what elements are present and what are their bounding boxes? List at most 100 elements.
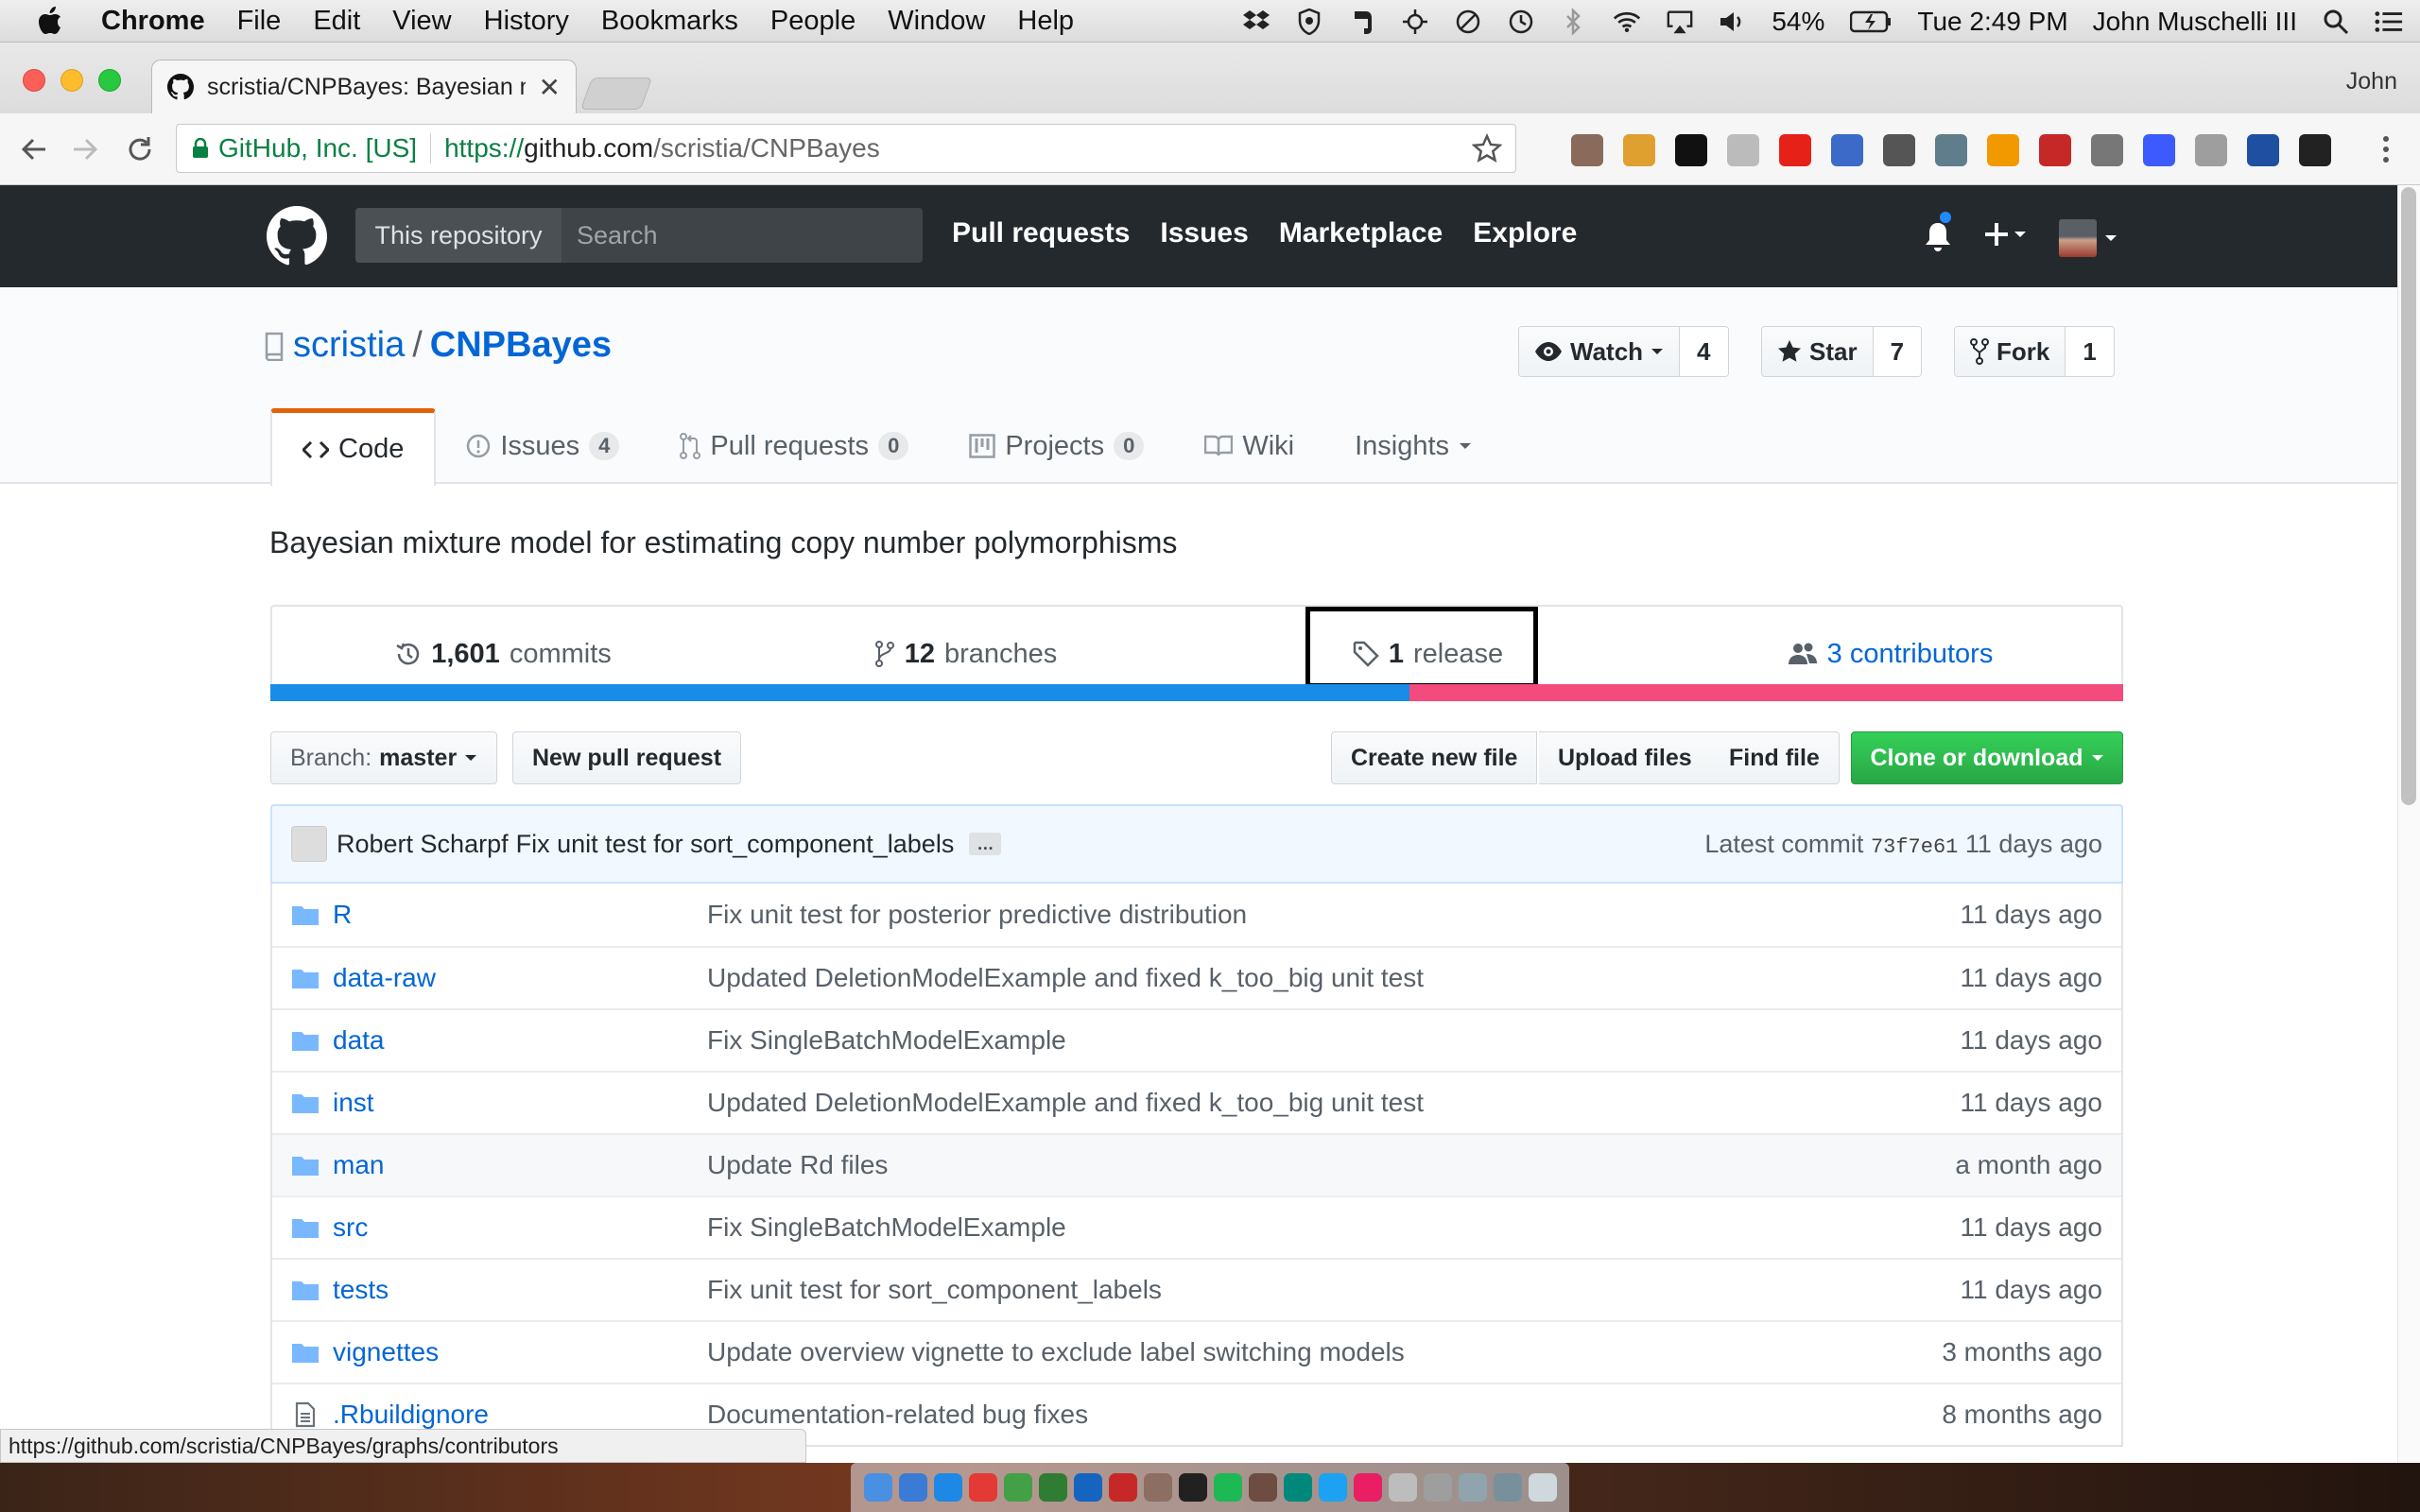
- battery-percent[interactable]: 54%: [1772, 7, 1824, 37]
- secure-indicator[interactable]: GitHub, Inc. [US]: [192, 133, 417, 163]
- wifi-icon[interactable]: [1613, 8, 1641, 36]
- dock-app-icon[interactable]: [1038, 1473, 1067, 1502]
- github-logo-icon[interactable]: [267, 206, 327, 266]
- file-commit-message[interactable]: Documentation-related bug fixes: [707, 1400, 1942, 1430]
- ext-5-icon[interactable]: [1779, 134, 1811, 166]
- ext-15-icon[interactable]: [2299, 134, 2331, 166]
- nav-explore[interactable]: Explore: [1473, 217, 1577, 249]
- bookmark-star-icon[interactable]: [1472, 133, 1502, 163]
- branch-select-button[interactable]: Branch: master: [270, 731, 498, 784]
- dock-app-icon[interactable]: [1248, 1473, 1277, 1502]
- ext-4-icon[interactable]: [1727, 134, 1759, 166]
- create-new-file-button[interactable]: Create new file: [1331, 731, 1538, 784]
- create-new-plus-icon[interactable]: [1983, 221, 2027, 248]
- tab-pull-requests[interactable]: Pull requests 0: [649, 408, 939, 484]
- file-commit-message[interactable]: Fix unit test for posterior predictive d…: [707, 900, 1961, 930]
- user-name[interactable]: John Muschelli III: [2093, 7, 2297, 37]
- file-commit-message[interactable]: Fix SingleBatchModelExample: [707, 1025, 1961, 1056]
- file-name-link[interactable]: R: [333, 900, 707, 930]
- address-bar[interactable]: GitHub, Inc. [US] https://github.com/scr…: [176, 124, 1516, 173]
- zoom-window-button[interactable]: [98, 69, 121, 92]
- file-name-link[interactable]: man: [333, 1150, 707, 1180]
- repo-name-link[interactable]: CNPBayes: [430, 325, 612, 366]
- volume-icon[interactable]: [1719, 8, 1747, 36]
- notification-center-icon[interactable]: [2375, 8, 2403, 36]
- dock-app-icon[interactable]: [1213, 1473, 1242, 1502]
- ext-10-icon[interactable]: [2039, 134, 2071, 166]
- expand-commit-button[interactable]: …: [969, 833, 1002, 855]
- dock-app-icon[interactable]: [1143, 1473, 1172, 1502]
- file-commit-message[interactable]: Fix SingleBatchModelExample: [707, 1212, 1961, 1243]
- file-name-link[interactable]: src: [333, 1212, 707, 1243]
- dock-app-icon[interactable]: [1353, 1473, 1382, 1502]
- menu-people[interactable]: People: [754, 6, 872, 37]
- dock-app-icon[interactable]: [1423, 1473, 1452, 1502]
- nav-pull-requests[interactable]: Pull requests: [952, 217, 1130, 249]
- ext-12-icon[interactable]: [2143, 134, 2175, 166]
- file-name-link[interactable]: data-raw: [333, 963, 707, 993]
- menu-window[interactable]: Window: [872, 6, 1001, 37]
- menu-file[interactable]: File: [221, 6, 298, 37]
- menu-help[interactable]: Help: [1001, 6, 1090, 37]
- dock-app-icon[interactable]: [1458, 1473, 1487, 1502]
- ext-2-icon[interactable]: [1623, 134, 1655, 166]
- tab-insights[interactable]: Insights: [1324, 408, 1502, 484]
- tab-code[interactable]: Code: [270, 408, 437, 486]
- file-name-link[interactable]: inst: [333, 1088, 707, 1118]
- clone-or-download-button[interactable]: Clone or download: [1851, 731, 2123, 784]
- menu-view[interactable]: View: [376, 6, 467, 37]
- chrome-menu-icon[interactable]: [2377, 132, 2395, 166]
- dock-app-icon[interactable]: [1073, 1473, 1102, 1502]
- bluetooth-icon[interactable]: [1560, 8, 1588, 36]
- profile-name[interactable]: John: [2346, 68, 2397, 95]
- dock-app-icon[interactable]: [1318, 1473, 1347, 1502]
- dock-app-icon[interactable]: [1493, 1473, 1522, 1502]
- dock-app-icon[interactable]: [863, 1473, 892, 1502]
- menu-edit[interactable]: Edit: [297, 6, 376, 37]
- search-input[interactable]: [562, 208, 923, 263]
- dock-app-icon[interactable]: [933, 1473, 962, 1502]
- star-count[interactable]: 7: [1873, 327, 1922, 376]
- dock-app-icon[interactable]: [1108, 1473, 1137, 1502]
- watch-button[interactable]: Watch: [1519, 327, 1681, 376]
- reload-button[interactable]: [121, 130, 159, 168]
- nav-issues[interactable]: Issues: [1160, 217, 1248, 249]
- ext-6-icon[interactable]: [1831, 134, 1863, 166]
- evernote-icon[interactable]: [1348, 8, 1376, 36]
- file-commit-message[interactable]: Update overview vignette to exclude labe…: [707, 1337, 1942, 1367]
- nav-marketplace[interactable]: Marketplace: [1279, 217, 1443, 249]
- file-commit-message[interactable]: Updated DeletionModelExample and fixed k…: [707, 1088, 1961, 1118]
- menu-history[interactable]: History: [468, 6, 585, 37]
- dock-app-icon[interactable]: [1283, 1473, 1312, 1502]
- dock-app-icon[interactable]: [1528, 1473, 1557, 1502]
- file-name-link[interactable]: tests: [333, 1275, 707, 1305]
- commit-author[interactable]: Robert Scharpf: [337, 830, 509, 859]
- ext-14-icon[interactable]: [2247, 134, 2279, 166]
- ext-7-icon[interactable]: [1883, 134, 1915, 166]
- dock-app-icon[interactable]: [1388, 1473, 1417, 1502]
- ext-1-icon[interactable]: [1571, 134, 1603, 166]
- airplay-icon[interactable]: [1666, 8, 1694, 36]
- new-pull-request-button[interactable]: New pull request: [512, 731, 742, 784]
- commit-message[interactable]: Fix unit test for sort_component_labels: [516, 830, 955, 859]
- notifications-bell-icon[interactable]: [1923, 210, 1953, 253]
- commit-sha[interactable]: 73f7e61: [1871, 835, 1958, 859]
- time-machine-icon[interactable]: [1507, 8, 1535, 36]
- search-scope-label[interactable]: This repository: [355, 208, 562, 263]
- menu-app-name[interactable]: Chrome: [85, 6, 221, 37]
- ext-3-icon[interactable]: [1675, 134, 1707, 166]
- watch-count[interactable]: 4: [1680, 327, 1728, 376]
- author-avatar[interactable]: [291, 826, 327, 862]
- apple-icon[interactable]: [0, 7, 85, 35]
- close-tab-icon[interactable]: ✕: [539, 72, 561, 103]
- new-tab-button[interactable]: [579, 77, 653, 110]
- move-icon[interactable]: [1401, 8, 1429, 36]
- language-segment[interactable]: [1409, 684, 2123, 701]
- dock-app-icon[interactable]: [898, 1473, 927, 1502]
- ext-13-icon[interactable]: [2195, 134, 2227, 166]
- repo-owner-link[interactable]: scristia: [293, 325, 405, 366]
- language-bar[interactable]: [270, 684, 2123, 701]
- ext-9-icon[interactable]: [1987, 134, 2019, 166]
- ext-11-icon[interactable]: [2091, 134, 2123, 166]
- file-commit-message[interactable]: Fix unit test for sort_component_labels: [707, 1275, 1961, 1305]
